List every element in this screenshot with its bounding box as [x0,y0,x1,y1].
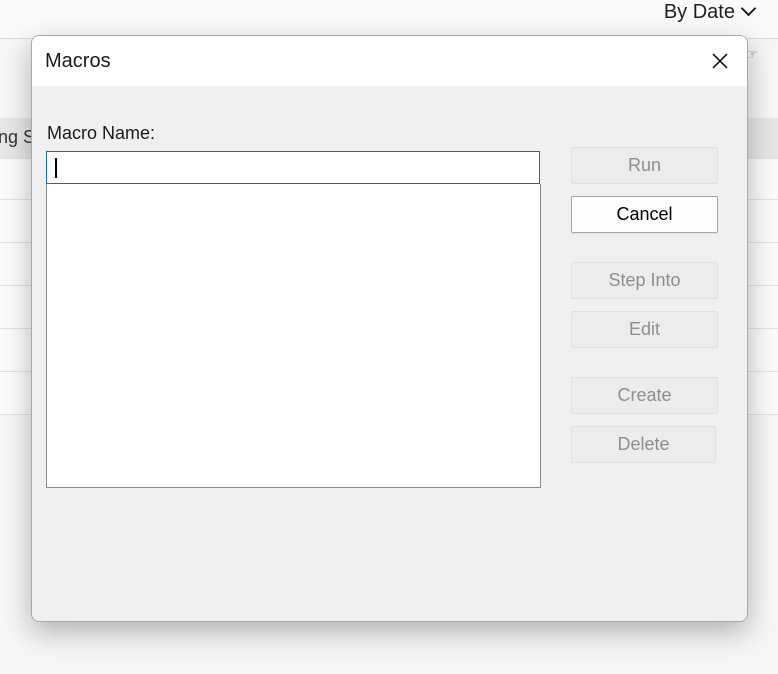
macro-name-label: Macro Name: [47,123,156,143]
background-header-text: ng S [0,127,36,147]
close-icon [712,53,728,69]
text-cursor [55,158,57,178]
sort-by-dropdown[interactable]: By Date [663,0,757,24]
dialog-titlebar[interactable]: Macros [32,36,747,86]
step-into-button[interactable]: Step Into [571,262,718,299]
cancel-button[interactable]: Cancel [571,196,718,233]
create-button[interactable]: Create [571,377,718,414]
macro-name-input[interactable] [46,151,540,184]
background-toolbar: By Date [0,0,778,39]
delete-button[interactable]: Delete [571,426,716,463]
sort-by-label: By Date [663,1,735,23]
dialog-title: Macros [45,50,111,72]
macro-list[interactable] [46,184,541,488]
edit-button[interactable]: Edit [571,311,718,348]
macros-dialog: Macros Macro Name: Run Cancel Step Into … [31,35,748,622]
chevron-down-icon [740,0,757,17]
close-button[interactable] [707,48,733,74]
run-button[interactable]: Run [571,147,718,184]
